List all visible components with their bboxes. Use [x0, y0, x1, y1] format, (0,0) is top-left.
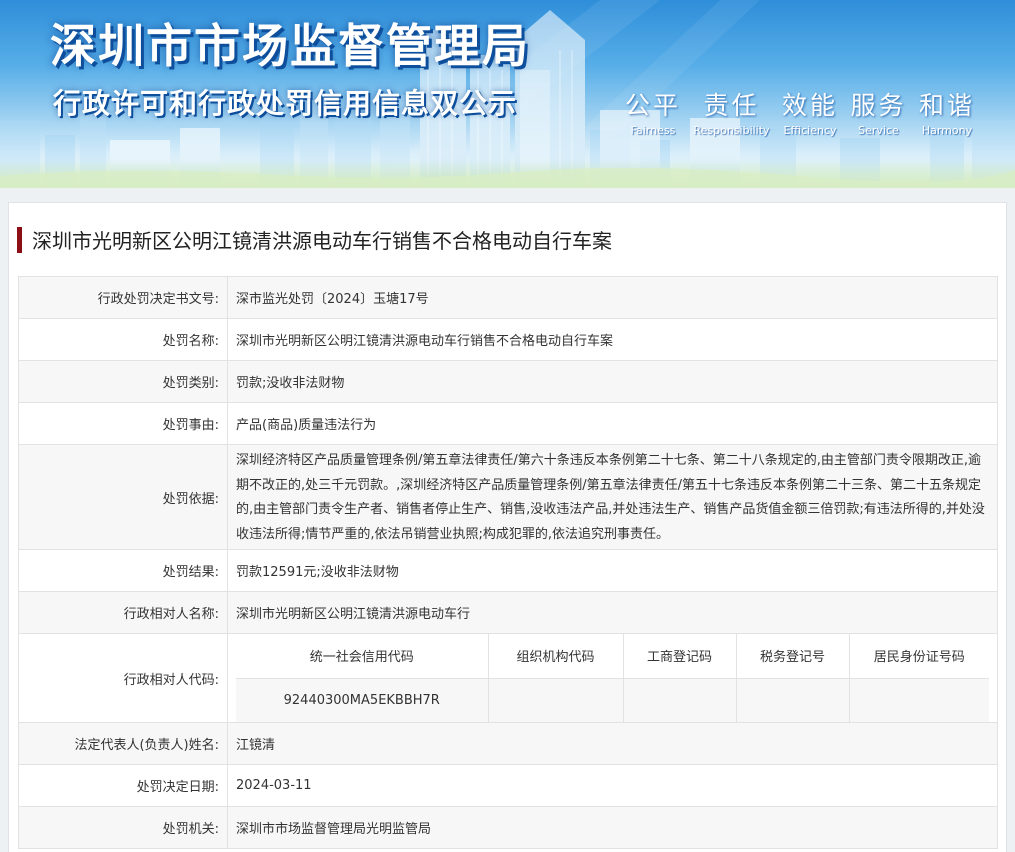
row-label: 行政相对人代码:: [18, 633, 228, 723]
slogan-en: Fairness: [630, 124, 676, 137]
row-penalty-reason: 处罚事由: 产品(商品)质量违法行为: [18, 402, 998, 445]
slogan-service: 服务 Service: [850, 86, 906, 137]
code-header: 税务登记号: [735, 634, 850, 679]
row-party-code: 行政相对人代码: 统一社会信用代码 组织机构代码 工商登记码 税务登记号 居民身…: [18, 633, 998, 723]
slogan-en: Efficiency: [783, 124, 837, 137]
slogan-fairness: 公平 Fairness: [625, 86, 681, 137]
code-value: [622, 677, 737, 722]
row-decision-no: 行政处罚决定书文号: 深市监光处罚〔2024〕玉塘17号: [18, 276, 998, 319]
row-label: 法定代表人(负责人)姓名:: [18, 722, 228, 765]
code-value: [735, 677, 850, 722]
code-header-row: 统一社会信用代码 组织机构代码 工商登记码 税务登记号 居民身份证号码: [236, 634, 989, 679]
row-value: 深圳市光明新区公明江镜清洪源电动车行销售不合格电动自行车案: [227, 318, 998, 361]
case-header: 深圳市光明新区公明江镜清洪源电动车行销售不合格电动自行车案: [17, 225, 612, 254]
slogan-en: Responsibility: [693, 124, 770, 137]
row-value: 深市监光处罚〔2024〕玉塘17号: [227, 276, 998, 319]
row-penalty-type: 处罚类别: 罚款;没收非法财物: [18, 360, 998, 403]
row-party-name: 行政相对人名称: 深圳市光明新区公明江镜清洪源电动车行: [18, 591, 998, 634]
code-header: 居民身份证号码: [848, 634, 989, 679]
row-label: 处罚结果:: [18, 549, 228, 592]
banner-subtitle: 行政许可和行政处罚信用信息双公示: [53, 87, 518, 120]
slogan-responsibility: 责任 Responsibility: [693, 86, 769, 137]
code-value: 92440300MA5EKBBH7R: [236, 677, 489, 722]
row-value: 深圳市市场监督管理局光明监管局: [227, 806, 998, 849]
row-label: 行政处罚决定书文号:: [18, 276, 228, 319]
row-label: 处罚名称:: [18, 318, 228, 361]
row-label: 处罚机关:: [18, 806, 228, 849]
code-header: 组织机构代码: [487, 634, 624, 679]
row-label: 处罚事由:: [18, 402, 228, 445]
code-value: [848, 677, 989, 722]
row-value: 江镜清: [227, 722, 998, 765]
row-value: 深圳市光明新区公明江镜清洪源电动车行: [227, 591, 998, 634]
slogan-cn: 公平: [625, 91, 682, 120]
row-value: 罚款;没收非法财物: [227, 360, 998, 403]
row-penalty-basis: 处罚依据: 深圳经济特区产品质量管理条例/第五章法律责任/第六十条违反本条例第二…: [18, 444, 998, 550]
code-header: 工商登记码: [622, 634, 737, 679]
code-value-row: 92440300MA5EKBBH7R: [236, 677, 989, 722]
slogan-harmony: 和谐 Harmony: [919, 86, 975, 137]
slogan-en: Harmony: [921, 124, 973, 137]
row-value: 产品(商品)质量违法行为: [227, 402, 998, 445]
code-header: 统一社会信用代码: [236, 634, 489, 679]
row-legal-rep: 法定代表人(负责人)姓名: 江镜清: [18, 722, 998, 765]
slogan-en: Service: [858, 124, 899, 137]
row-penalty-result: 处罚结果: 罚款12591元;没收非法财物: [18, 549, 998, 592]
slogan-group: 公平 Fairness 责任 Responsibility 效能 Efficie…: [625, 86, 975, 137]
row-decision-date: 处罚决定日期: 2024-03-11: [18, 764, 998, 807]
banner-title: 深圳市市场监督管理局: [50, 19, 530, 73]
penalty-info-table: 行政处罚决定书文号: 深市监光处罚〔2024〕玉塘17号 处罚名称: 深圳市光明…: [18, 276, 998, 849]
row-label: 处罚依据:: [18, 444, 228, 550]
slogan-efficiency: 效能 Efficiency: [782, 86, 838, 137]
row-authority: 处罚机关: 深圳市市场监督管理局光明监管局: [18, 806, 998, 849]
slogan-cn: 效能: [782, 91, 839, 120]
content-panel: 深圳市光明新区公明江镜清洪源电动车行销售不合格电动自行车案 行政处罚决定书文号:…: [8, 202, 1007, 852]
code-value: [487, 677, 624, 722]
title-accent-bar: [17, 226, 22, 253]
case-title: 深圳市光明新区公明江镜清洪源电动车行销售不合格电动自行车案: [32, 229, 612, 253]
row-label: 处罚决定日期:: [18, 764, 228, 807]
row-value: 2024-03-11: [227, 764, 998, 807]
header-banner: 深圳市市场监督管理局 行政许可和行政处罚信用信息双公示 公平 Fairness …: [0, 0, 1015, 188]
row-label: 处罚类别:: [18, 360, 228, 403]
row-value: 深圳经济特区产品质量管理条例/第五章法律责任/第六十条违反本条例第二十七条、第二…: [227, 444, 998, 550]
row-penalty-name: 处罚名称: 深圳市光明新区公明江镜清洪源电动车行销售不合格电动自行车案: [18, 318, 998, 361]
row-value: 罚款12591元;没收非法财物: [227, 549, 998, 592]
slogan-cn: 服务: [850, 91, 907, 120]
slogan-cn: 责任: [703, 91, 760, 120]
party-code-table: 统一社会信用代码 组织机构代码 工商登记码 税务登记号 居民身份证号码 9244…: [236, 634, 989, 722]
party-code-cell: 统一社会信用代码 组织机构代码 工商登记码 税务登记号 居民身份证号码 9244…: [227, 633, 998, 723]
slogan-cn: 和谐: [918, 91, 975, 120]
row-label: 行政相对人名称:: [18, 591, 228, 634]
